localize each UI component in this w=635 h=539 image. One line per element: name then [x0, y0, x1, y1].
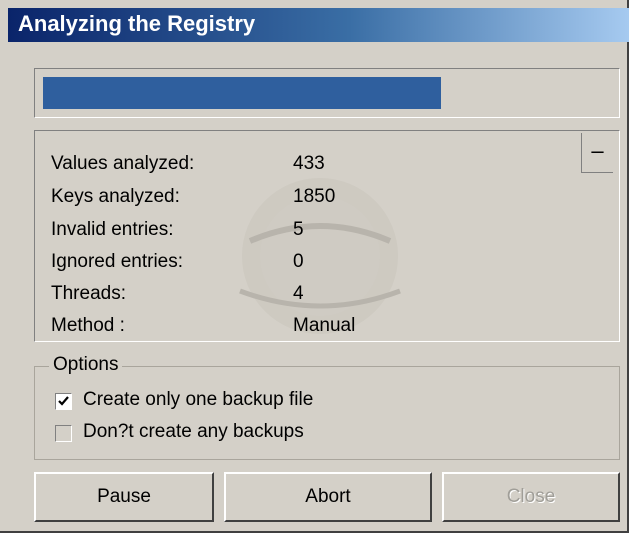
window-title: Analyzing the Registry — [18, 11, 256, 36]
progress-track — [43, 77, 611, 109]
options-legend: Options — [49, 354, 123, 376]
registry-analysis-dialog: Analyzing the Registry – Values analyzed… — [0, 0, 629, 533]
keys-analyzed-label: Keys analyzed: — [51, 186, 180, 207]
no-backups-label[interactable]: Don?t create any backups — [83, 421, 304, 443]
one-backup-checkbox[interactable] — [55, 393, 72, 410]
pause-button[interactable]: Pause — [34, 472, 214, 522]
method-value: Manual — [293, 315, 356, 336]
ignored-entries-value: 0 — [293, 251, 304, 272]
threads-value: 4 — [293, 283, 304, 304]
abort-button[interactable]: Abort — [224, 472, 432, 522]
threads-label: Threads: — [51, 283, 126, 304]
method-label: Method : — [51, 315, 125, 336]
keys-analyzed-value: 1850 — [293, 186, 336, 207]
values-analyzed-label: Values analyzed: — [51, 153, 195, 174]
statistics-panel: – Values analyzed: 433 Keys analyzed: 18… — [34, 130, 620, 342]
checkmark-icon — [58, 396, 69, 406]
title-bar[interactable]: Analyzing the Registry — [8, 8, 629, 42]
ignored-entries-label: Ignored entries: — [51, 251, 184, 272]
no-backups-checkbox[interactable] — [55, 425, 72, 442]
collapse-button[interactable]: – — [581, 133, 613, 173]
progress-frame — [34, 68, 620, 118]
progress-bar-fill — [43, 77, 441, 109]
values-analyzed-value: 433 — [293, 153, 325, 174]
one-backup-label[interactable]: Create only one backup file — [83, 389, 313, 411]
close-button[interactable]: Close — [442, 472, 620, 522]
invalid-entries-value: 5 — [293, 219, 304, 240]
options-group: Options Create only one backup file Don?… — [34, 354, 620, 460]
invalid-entries-label: Invalid entries: — [51, 219, 174, 240]
